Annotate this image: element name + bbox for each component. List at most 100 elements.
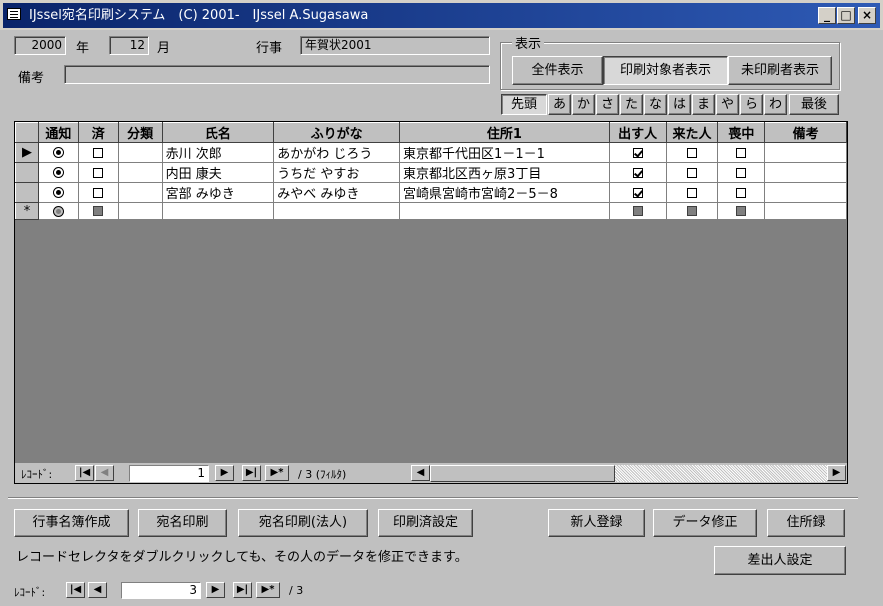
mourning-checkbox[interactable]: [717, 142, 766, 163]
hscroll-right-button[interactable]: ▶: [827, 465, 846, 481]
form-first-record-button[interactable]: |◀: [66, 582, 85, 598]
table-row[interactable]: 内田 康夫 うちだ やすお 東京都北区西ヶ原3丁目: [15, 162, 847, 183]
col-header-note[interactable]: 備考: [764, 122, 847, 143]
kana-filter-na[interactable]: な: [644, 94, 667, 115]
kana-filter-a[interactable]: あ: [548, 94, 571, 115]
table-row[interactable]: ▶ 赤川 次郎 あかがわ じろう 東京都千代田区1－1－1: [15, 142, 847, 163]
form-last-record-button[interactable]: ▶|: [233, 582, 252, 598]
note-cell[interactable]: [764, 182, 847, 203]
show-print-targets-button[interactable]: 印刷対象者表示: [603, 56, 728, 85]
received-checkbox[interactable]: [665, 182, 719, 203]
done-checkbox[interactable]: [77, 142, 119, 163]
kana-filter-sa[interactable]: さ: [596, 94, 619, 115]
send-checkbox[interactable]: [608, 142, 667, 163]
grid-last-record-button[interactable]: ▶|: [242, 465, 261, 481]
received-checkbox[interactable]: [665, 162, 719, 183]
hscroll-thumb[interactable]: [430, 465, 615, 482]
record-selector-current[interactable]: ▶: [15, 142, 39, 163]
form-new-record-button[interactable]: ▶*: [256, 582, 280, 598]
send-checkbox-new[interactable]: [608, 202, 667, 220]
notice-radio[interactable]: [37, 162, 79, 183]
note-cell-new[interactable]: [764, 202, 847, 220]
note-cell[interactable]: [764, 162, 847, 183]
mourning-checkbox-new[interactable]: [717, 202, 766, 220]
kana-filter-ha[interactable]: は: [668, 94, 691, 115]
kana-filter-ya[interactable]: や: [716, 94, 739, 115]
event-field[interactable]: 年賀状2001: [300, 36, 490, 55]
send-checkbox[interactable]: [608, 162, 667, 183]
new-record-selector[interactable]: *: [15, 202, 39, 220]
print-address-corp-button[interactable]: 宛名印刷(法人): [238, 509, 368, 537]
print-address-button[interactable]: 宛名印刷: [138, 509, 227, 537]
send-checkbox[interactable]: [608, 182, 667, 203]
hscroll-left-button[interactable]: ◀: [411, 465, 430, 481]
grid-record-number-field[interactable]: 1: [129, 465, 209, 482]
address-cell[interactable]: 宮崎県宮崎市宮崎2－5－8: [399, 182, 610, 203]
received-checkbox[interactable]: [665, 142, 719, 163]
grid-first-record-button[interactable]: |◀: [75, 465, 94, 481]
col-header-category[interactable]: 分類: [117, 122, 163, 143]
kana-filter-last[interactable]: 最後: [789, 94, 839, 115]
col-header-notice[interactable]: 通知: [37, 122, 79, 143]
print-done-setting-button[interactable]: 印刷済設定: [378, 509, 473, 537]
close-button[interactable]: ×: [858, 7, 876, 24]
kana-cell[interactable]: うちだ やすお: [273, 162, 401, 183]
category-cell[interactable]: [117, 182, 163, 203]
category-cell-new[interactable]: [117, 202, 163, 220]
name-cell-new[interactable]: [161, 202, 275, 220]
note-cell[interactable]: [764, 142, 847, 163]
table-row[interactable]: 宮部 みゆき みやべ みゆき 宮崎県宮崎市宮崎2－5－8: [15, 182, 847, 203]
received-checkbox-new[interactable]: [665, 202, 719, 220]
edit-data-button[interactable]: データ修正: [653, 509, 757, 537]
address-cell[interactable]: 東京都千代田区1－1－1: [399, 142, 610, 163]
maximize-button[interactable]: □: [837, 7, 855, 24]
done-checkbox-new[interactable]: [77, 202, 119, 220]
month-field[interactable]: 12: [109, 36, 149, 55]
kana-filter-wa[interactable]: わ: [764, 94, 787, 115]
category-cell[interactable]: [117, 142, 163, 163]
col-header-received[interactable]: 来た人: [665, 122, 719, 143]
sender-setting-button[interactable]: 差出人設定: [714, 546, 846, 575]
category-cell[interactable]: [117, 162, 163, 183]
kana-filter-ma[interactable]: ま: [692, 94, 715, 115]
show-unprinted-button[interactable]: 未印刷者表示: [728, 56, 832, 85]
minimize-button[interactable]: _: [818, 7, 836, 24]
form-next-record-button[interactable]: ▶: [206, 582, 225, 598]
col-header-done[interactable]: 済: [77, 122, 119, 143]
grid-prev-record-button[interactable]: ◀: [95, 465, 114, 481]
name-cell[interactable]: 赤川 次郎: [161, 142, 275, 163]
mourning-checkbox[interactable]: [717, 182, 766, 203]
done-checkbox[interactable]: [77, 182, 119, 203]
kana-filter-ta[interactable]: た: [620, 94, 643, 115]
grid-next-record-button[interactable]: ▶: [215, 465, 234, 481]
name-cell[interactable]: 内田 康夫: [161, 162, 275, 183]
kana-cell[interactable]: あかがわ じろう: [273, 142, 401, 163]
col-header-mourning[interactable]: 喪中: [717, 122, 766, 143]
notice-radio[interactable]: [37, 142, 79, 163]
grid-new-record-button[interactable]: ▶*: [265, 465, 289, 481]
mourning-checkbox[interactable]: [717, 162, 766, 183]
address-book-button[interactable]: 住所録: [767, 509, 845, 537]
col-header-name[interactable]: 氏名: [161, 122, 275, 143]
kana-filter-ka[interactable]: か: [572, 94, 595, 115]
col-header-send[interactable]: 出す人: [608, 122, 667, 143]
col-header-kana[interactable]: ふりがな: [273, 122, 401, 143]
grid-corner[interactable]: [15, 122, 39, 143]
event-book-button[interactable]: 行事名簿作成: [14, 509, 129, 537]
form-record-number-field[interactable]: 3: [121, 582, 201, 599]
hscroll-track[interactable]: [615, 465, 827, 482]
kana-filter-first[interactable]: 先頭: [501, 94, 547, 115]
name-cell[interactable]: 宮部 みゆき: [161, 182, 275, 203]
form-prev-record-button[interactable]: ◀: [88, 582, 107, 598]
show-all-button[interactable]: 全件表示: [512, 56, 603, 85]
new-entry-button[interactable]: 新人登録: [548, 509, 645, 537]
done-checkbox[interactable]: [77, 162, 119, 183]
notice-radio[interactable]: [37, 182, 79, 203]
col-header-address[interactable]: 住所1: [399, 122, 610, 143]
kana-cell-new[interactable]: [273, 202, 401, 220]
address-cell[interactable]: 東京都北区西ヶ原3丁目: [399, 162, 610, 183]
new-record-row[interactable]: *: [15, 202, 847, 220]
note-field[interactable]: [64, 65, 490, 84]
address-cell-new[interactable]: [399, 202, 610, 220]
notice-radio-new[interactable]: [37, 202, 79, 220]
